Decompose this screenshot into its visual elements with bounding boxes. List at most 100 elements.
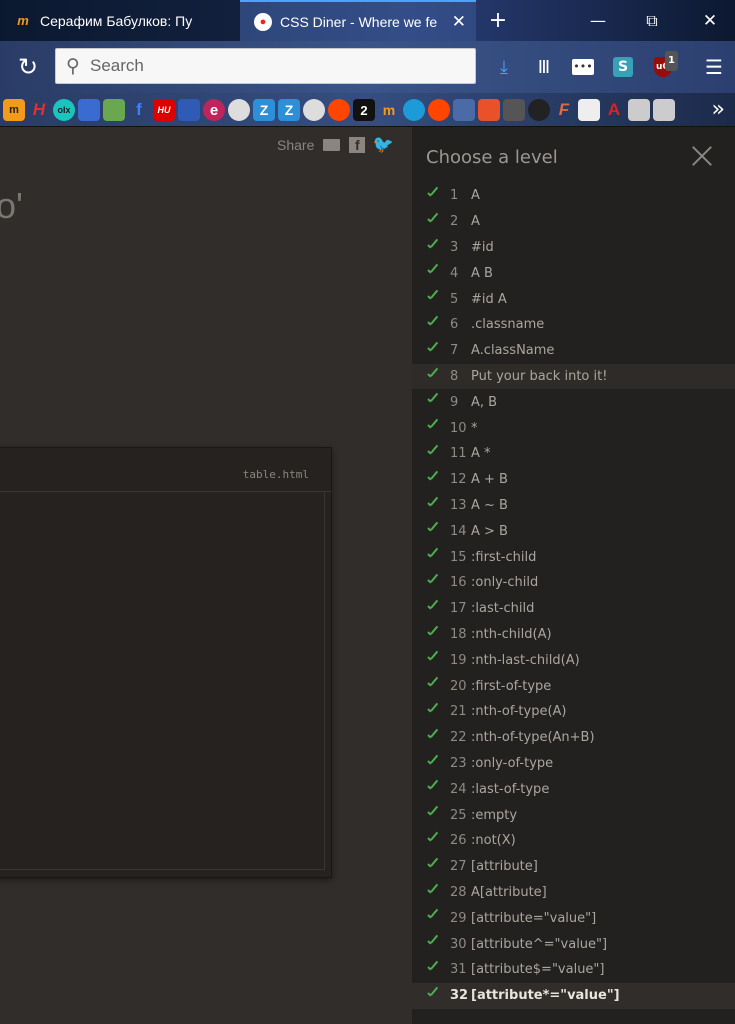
- level-item[interactable]: 29 [attribute="value"]: [412, 905, 735, 931]
- search-bar[interactable]: ⚲: [55, 48, 476, 84]
- level-item[interactable]: 27 [attribute]: [412, 854, 735, 880]
- bookmark-icon[interactable]: [103, 99, 125, 121]
- bookmarks-overflow-button[interactable]: »: [712, 97, 725, 122]
- level-item[interactable]: 3 #id: [412, 235, 735, 261]
- level-label: :nth-last-child(A): [471, 652, 580, 668]
- level-item[interactable]: 17:last-child: [412, 596, 735, 622]
- pocket-extension-icon[interactable]: •••: [569, 53, 597, 81]
- checkmark-icon: [428, 652, 440, 662]
- bookmark-icon[interactable]: Z: [253, 99, 275, 121]
- level-item[interactable]: 12 A + B: [412, 467, 735, 493]
- level-item[interactable]: 1A: [412, 183, 735, 209]
- level-item[interactable]: 23:only-of-type: [412, 751, 735, 777]
- level-label: A *: [471, 446, 491, 462]
- level-item[interactable]: 4A B: [412, 260, 735, 286]
- level-item[interactable]: 14 A > B: [412, 518, 735, 544]
- ublock-icon[interactable]: uO 1: [649, 51, 678, 81]
- checkmark-icon: [428, 575, 440, 585]
- level-item[interactable]: 32 [attribute*="value"]: [412, 982, 735, 1009]
- minimize-button[interactable]: —: [578, 0, 618, 41]
- bookmark-icon[interactable]: [578, 99, 600, 121]
- level-item[interactable]: 21:nth-of-type(A): [412, 699, 735, 725]
- bookmark-icon[interactable]: H: [28, 99, 50, 121]
- level-label: :nth-of-type(A): [471, 704, 567, 720]
- tab-serafim[interactable]: m Серафим Бабулков: Пу: [0, 0, 240, 41]
- bookmark-icon[interactable]: HU: [153, 99, 175, 121]
- nav-bar: ↻ ⚲ ⤓ Ⅲ ••• S uO1 ☰: [0, 41, 735, 93]
- checkmark-icon: [428, 859, 440, 869]
- level-label: :first-child: [471, 549, 537, 565]
- reload-button[interactable]: ↻: [14, 53, 42, 81]
- bookmark-icon[interactable]: [78, 99, 100, 121]
- bookmark-icon[interactable]: [328, 99, 350, 121]
- bookmark-icon[interactable]: [428, 99, 450, 121]
- bookmark-icon[interactable]: A: [603, 99, 625, 121]
- search-input[interactable]: [90, 56, 450, 76]
- bookmark-icon[interactable]: [528, 99, 550, 121]
- level-item[interactable]: 26:not(X): [412, 828, 735, 854]
- bookmark-icon[interactable]: [628, 99, 650, 121]
- level-item[interactable]: 8 Put your back into it!: [412, 363, 735, 390]
- s-extension-icon[interactable]: S: [609, 53, 637, 81]
- level-item[interactable]: 6 .classname: [412, 312, 735, 338]
- level-item[interactable]: 7 A.className: [412, 338, 735, 364]
- bookmark-icon[interactable]: e: [203, 99, 225, 121]
- library-icon[interactable]: Ⅲ: [530, 53, 558, 81]
- level-item[interactable]: 28 A[attribute]: [412, 880, 735, 906]
- level-item[interactable]: 25:empty: [412, 802, 735, 828]
- close-window-button[interactable]: ✕: [690, 0, 730, 41]
- bookmark-icon[interactable]: [228, 99, 250, 121]
- bookmark-icon[interactable]: f: [128, 99, 150, 121]
- level-menu-title: Choose a level: [426, 147, 558, 168]
- level-item[interactable]: 10 *: [412, 415, 735, 441]
- bookmark-icon[interactable]: m: [3, 99, 25, 121]
- share-bar: Share f 🐦: [277, 135, 394, 154]
- tab-css-diner[interactable]: ● CSS Diner - Where we fe ✕: [240, 0, 476, 41]
- editor-header: table.html: [0, 448, 331, 492]
- level-item[interactable]: 13 A ~ B: [412, 493, 735, 519]
- bookmark-icon[interactable]: [453, 99, 475, 121]
- level-label: #id: [471, 239, 494, 255]
- level-item[interactable]: 15:first-child: [412, 544, 735, 570]
- bookmark-icon[interactable]: [403, 99, 425, 121]
- level-item[interactable]: 19:nth-last-child(A): [412, 647, 735, 673]
- bookmark-icon[interactable]: [478, 99, 500, 121]
- level-item[interactable]: 24:last-of-type: [412, 776, 735, 802]
- checkmark-icon: [428, 317, 440, 327]
- level-label: A ~ B: [471, 497, 508, 513]
- level-label: :nth-child(A): [471, 626, 552, 642]
- facebook-share-icon[interactable]: f: [348, 137, 366, 153]
- page-heading-partial: o': [0, 185, 23, 226]
- level-item[interactable]: 30 [attribute^="value"]: [412, 931, 735, 957]
- restore-button[interactable]: ⧉: [632, 0, 672, 41]
- twitter-share-icon[interactable]: 🐦: [373, 135, 394, 154]
- level-item[interactable]: 31 [attribute$="value"]: [412, 957, 735, 983]
- new-tab-button[interactable]: +: [478, 0, 518, 41]
- bookmark-icon[interactable]: olx: [53, 99, 75, 121]
- close-icon[interactable]: [691, 145, 713, 167]
- level-item[interactable]: 9 A, B: [412, 389, 735, 415]
- bookmark-icon[interactable]: [303, 99, 325, 121]
- level-item[interactable]: 2A: [412, 209, 735, 235]
- level-item[interactable]: 22:nth-of-type(An+B): [412, 725, 735, 751]
- level-item[interactable]: 11 A *: [412, 441, 735, 467]
- menu-icon[interactable]: ☰: [700, 53, 728, 81]
- editor-body[interactable]: [0, 492, 325, 870]
- bookmark-icon[interactable]: [178, 99, 200, 121]
- level-item[interactable]: 16:only-child: [412, 570, 735, 596]
- email-share-icon[interactable]: [322, 137, 340, 153]
- css-diner-icon: ●: [254, 12, 272, 31]
- bookmark-icon[interactable]: F: [553, 99, 575, 121]
- bookmark-icon[interactable]: [503, 99, 525, 121]
- bookmark-icon[interactable]: m: [378, 99, 400, 121]
- close-tab-icon[interactable]: ✕: [452, 12, 466, 32]
- level-item[interactable]: 20:first-of-type: [412, 673, 735, 699]
- level-item[interactable]: 18:nth-child(A): [412, 622, 735, 648]
- bookmark-icon[interactable]: Z: [278, 99, 300, 121]
- downloads-icon[interactable]: ⤓: [490, 53, 518, 81]
- bookmark-icon[interactable]: 2: [353, 99, 375, 121]
- level-label: :only-of-type: [471, 755, 554, 771]
- bookmark-icon[interactable]: [653, 99, 675, 121]
- minimize-icon: —: [590, 11, 606, 30]
- level-item[interactable]: 5 #id A: [412, 286, 735, 312]
